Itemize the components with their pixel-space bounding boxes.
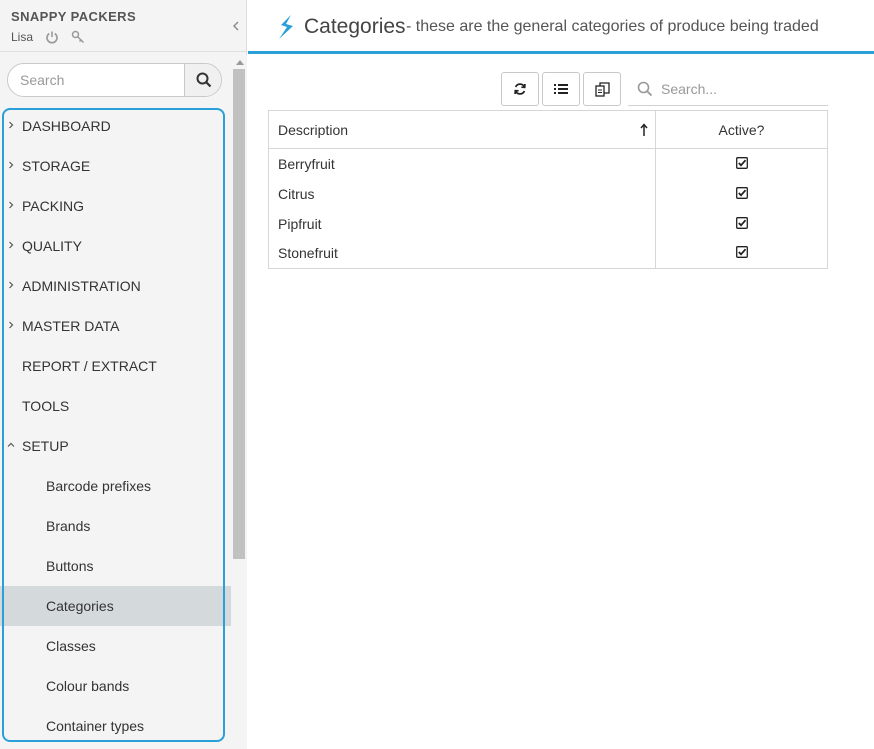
- sidebar-item-label: STORAGE: [22, 158, 91, 174]
- snappy-logo-icon: [279, 15, 293, 39]
- sidebar-item-label: Barcode prefixes: [46, 478, 152, 494]
- chevron-right-icon: [9, 321, 14, 329]
- sidebar-item-label: Container types: [46, 718, 145, 734]
- sidebar-item-label: Brands: [46, 518, 91, 534]
- cell-description: Citrus: [268, 178, 656, 209]
- sort-ascending-icon[interactable]: [640, 123, 648, 137]
- sidebar-item-barcode-prefixes[interactable]: Barcode prefixes: [0, 466, 231, 506]
- chevron-left-icon[interactable]: [231, 19, 243, 33]
- sidebar-item-packing[interactable]: PACKING: [0, 186, 231, 226]
- chevron-up-icon: [7, 442, 15, 447]
- scroll-up-arrow-icon[interactable]: [236, 60, 244, 65]
- sidebar-item-label: REPORT / EXTRACT: [22, 358, 157, 374]
- checkbox-checked-icon: [735, 186, 748, 199]
- table-row[interactable]: Berryfruit: [268, 148, 828, 179]
- sidebar-header: SNAPPY PACKERS Lisa: [0, 0, 247, 52]
- sidebar-item-label: Classes: [46, 638, 96, 654]
- user-row: Lisa: [11, 30, 85, 44]
- sidebar-item-label: Categories: [46, 598, 114, 614]
- sidebar: SNAPPY PACKERS Lisa DASHBOARD: [0, 0, 247, 749]
- cell-description: Pipfruit: [268, 208, 656, 239]
- sidebar-item-classes[interactable]: Classes: [0, 626, 231, 666]
- chevron-right-icon: [9, 161, 14, 169]
- sidebar-item-dashboard[interactable]: DASHBOARD: [0, 106, 231, 146]
- chevron-right-icon: [9, 201, 14, 209]
- column-header-description[interactable]: Description: [268, 110, 656, 149]
- list-icon: [554, 84, 568, 94]
- cell-active: [655, 178, 828, 209]
- sidebar-item-tools[interactable]: TOOLS: [0, 386, 231, 426]
- column-header-active[interactable]: Active?: [655, 110, 828, 149]
- page-header: Categories - these are the general categ…: [248, 0, 874, 54]
- chevron-right-icon: [9, 241, 14, 249]
- sidebar-item-label: TOOLS: [22, 398, 70, 414]
- sidebar-item-report-extract[interactable]: REPORT / EXTRACT: [0, 346, 231, 386]
- power-icon[interactable]: [45, 30, 59, 44]
- columns-list-button[interactable]: [542, 72, 580, 106]
- table-header-row: Description Active?: [268, 110, 828, 149]
- categories-table: Description Active? Berryfruit Citrus Pi…: [268, 110, 828, 269]
- sidebar-item-brands[interactable]: Brands: [0, 506, 231, 546]
- sidebar-item-label: SETUP: [22, 438, 69, 454]
- sidebar-item-administration[interactable]: ADMINISTRATION: [0, 266, 231, 306]
- sidebar-search-input[interactable]: [8, 64, 184, 96]
- sidebar-search-button[interactable]: [184, 64, 221, 96]
- sidebar-scrollbar[interactable]: [231, 55, 247, 749]
- search-icon: [196, 72, 211, 88]
- sidebar-item-categories[interactable]: Categories: [0, 586, 231, 626]
- sidebar-item-colour-bands[interactable]: Colour bands: [0, 666, 231, 706]
- table-row[interactable]: Stonefruit: [268, 238, 828, 269]
- sidebar-item-label: QUALITY: [22, 238, 82, 254]
- sidebar-item-buttons[interactable]: Buttons: [0, 546, 231, 586]
- brand-name: SNAPPY PACKERS: [11, 9, 137, 24]
- cell-active: [655, 148, 828, 179]
- checkbox-checked-icon: [735, 246, 748, 259]
- sidebar-item-container-types[interactable]: Container types: [0, 706, 231, 746]
- sidebar-item-label: PACKING: [22, 198, 84, 214]
- column-header-label: Active?: [718, 121, 765, 138]
- grid-toolbar: [501, 72, 624, 106]
- chevron-right-icon: [9, 121, 14, 129]
- sidebar-item-label: ADMINISTRATION: [22, 278, 141, 294]
- copy-icon: [594, 81, 610, 97]
- sidebar-item-label: Colour bands: [46, 678, 130, 694]
- page-subtitle: - these are the general categories of pr…: [406, 18, 819, 35]
- cell-description: Stonefruit: [268, 238, 656, 269]
- table-row[interactable]: Citrus: [268, 178, 828, 209]
- sidebar-item-label: MASTER DATA: [22, 318, 120, 334]
- scroll-thumb[interactable]: [233, 69, 245, 559]
- grid-search-input[interactable]: [661, 78, 821, 100]
- sidebar-item-master-data[interactable]: MASTER DATA: [0, 306, 231, 346]
- sidebar-item-storage[interactable]: STORAGE: [0, 146, 231, 186]
- checkbox-checked-icon: [735, 216, 748, 229]
- table-row[interactable]: Pipfruit: [268, 208, 828, 239]
- grid-search: [628, 72, 828, 106]
- refresh-icon: [514, 83, 526, 95]
- cell-active: [655, 208, 828, 239]
- cell-description: Berryfruit: [268, 148, 656, 179]
- checkbox-checked-icon: [735, 156, 748, 169]
- page-title: Categories: [304, 15, 406, 38]
- main-content: Categories - these are the general categ…: [248, 0, 874, 749]
- copy-button[interactable]: [583, 72, 621, 106]
- sidebar-item-label: DASHBOARD: [22, 118, 111, 134]
- sidebar-item-setup[interactable]: SETUP: [0, 426, 231, 466]
- refresh-button[interactable]: [501, 72, 539, 106]
- search-icon: [637, 81, 653, 97]
- key-icon[interactable]: [71, 30, 85, 44]
- sidebar-menu: DASHBOARD STORAGE PACKING QUALITY ADMINI…: [0, 106, 231, 746]
- sidebar-item-quality[interactable]: QUALITY: [0, 226, 231, 266]
- user-name: Lisa: [11, 30, 34, 44]
- column-header-label: Description: [278, 121, 349, 138]
- sidebar-search: [7, 63, 222, 97]
- sidebar-item-label: Buttons: [46, 558, 94, 574]
- chevron-right-icon: [9, 281, 14, 289]
- cell-active: [655, 238, 828, 269]
